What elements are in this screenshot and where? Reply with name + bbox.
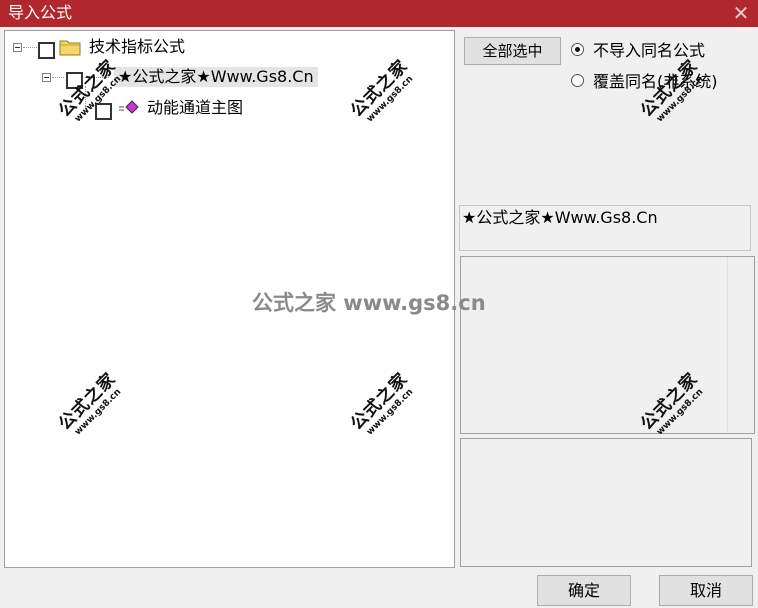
formula-description-box[interactable] bbox=[460, 256, 755, 434]
checkbox-child[interactable] bbox=[66, 72, 83, 89]
tree-node-root-label[interactable]: 技术指标公式 bbox=[89, 37, 185, 57]
dialog-title: 导入公式 bbox=[8, 3, 73, 22]
tree-connector bbox=[85, 106, 93, 107]
radio-button[interactable] bbox=[571, 74, 584, 87]
watermark-stamp: 公式之家 www.gs8.cn bbox=[637, 56, 709, 128]
formula-icon bbox=[118, 99, 140, 121]
title-bar: 导入公式 ✕ bbox=[0, 0, 758, 27]
tree-connector bbox=[85, 86, 86, 106]
radio-option-no-import[interactable]: 不导入同名公式 bbox=[571, 41, 705, 61]
vertical-scrollbar[interactable] bbox=[727, 257, 754, 433]
checkbox-root[interactable] bbox=[38, 42, 55, 59]
checkbox-leaf[interactable] bbox=[95, 103, 112, 120]
import-formula-dialog: 导入公式 ✕ 技术指标公式 ★公式之家★Www.Gs8.Cn 动能通道主图 全部… bbox=[0, 0, 758, 608]
folder-icon bbox=[59, 38, 81, 60]
cancel-button[interactable]: 取消 bbox=[659, 575, 753, 606]
collapse-toggle-child[interactable] bbox=[42, 73, 51, 82]
tree-node-leaf-label[interactable]: 动能通道主图 bbox=[147, 98, 243, 118]
formula-note-box[interactable] bbox=[460, 438, 752, 567]
select-all-button[interactable]: 全部选中 bbox=[464, 37, 561, 65]
radio-button[interactable] bbox=[571, 43, 584, 56]
tree-connector bbox=[23, 47, 37, 48]
collapse-toggle-root[interactable] bbox=[13, 43, 22, 52]
formula-source-text: ★公式之家★Www.Gs8.Cn bbox=[462, 208, 658, 227]
center-watermark: 公式之家 www.gs8.cn bbox=[252, 291, 486, 315]
radio-label: 不导入同名公式 bbox=[593, 41, 706, 60]
close-button[interactable]: ✕ bbox=[728, 1, 754, 25]
tree-node-child-label[interactable]: ★公式之家★Www.Gs8.Cn bbox=[114, 67, 318, 87]
tree-connector bbox=[52, 77, 64, 78]
radio-option-overwrite[interactable]: 覆盖同名(非系统) bbox=[571, 72, 718, 92]
formula-source-box: ★公式之家★Www.Gs8.Cn bbox=[459, 205, 751, 251]
ok-button[interactable]: 确定 bbox=[537, 575, 631, 606]
tree-connector bbox=[85, 77, 109, 78]
radio-label: 覆盖同名(非系统) bbox=[593, 72, 718, 91]
